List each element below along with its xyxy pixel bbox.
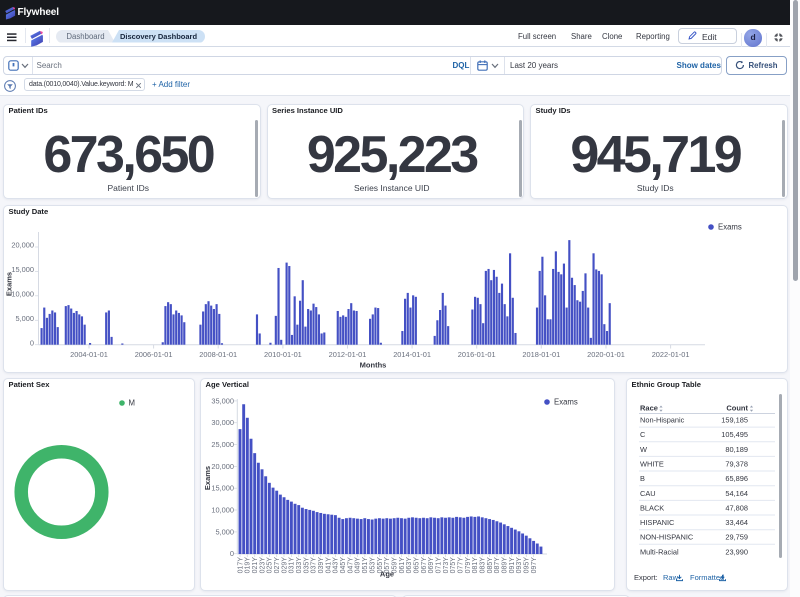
svg-text:065Y: 065Y xyxy=(414,557,421,574)
svg-text:051Y: 051Y xyxy=(362,557,369,574)
svg-text:039Y: 039Y xyxy=(318,557,325,574)
svg-text:2022-01-01: 2022-01-01 xyxy=(652,350,690,359)
svg-text:021Y: 021Y xyxy=(252,557,259,574)
svg-text:33,464: 33,464 xyxy=(725,518,748,527)
svg-text:79,378: 79,378 xyxy=(725,460,748,469)
svg-text:0: 0 xyxy=(30,339,34,348)
svg-text:2018-01-01: 2018-01-01 xyxy=(522,350,560,359)
svg-text:043Y: 043Y xyxy=(333,557,340,574)
svg-text:089Y: 089Y xyxy=(502,557,509,574)
svg-text:079Y: 079Y xyxy=(465,557,472,574)
svg-text:65,896: 65,896 xyxy=(725,474,748,483)
svg-text:071Y: 071Y xyxy=(436,557,443,574)
svg-text:15,000: 15,000 xyxy=(11,265,34,274)
svg-text:M: M xyxy=(129,399,136,408)
svg-text:031Y: 031Y xyxy=(289,557,296,574)
svg-text:10,000: 10,000 xyxy=(211,506,234,515)
svg-text:0: 0 xyxy=(230,549,234,558)
svg-text:2004-01-01: 2004-01-01 xyxy=(70,350,108,359)
svg-text:041Y: 041Y xyxy=(325,557,332,574)
svg-text:025Y: 025Y xyxy=(267,557,274,574)
svg-text:Count: Count xyxy=(726,404,748,413)
svg-text:063Y: 063Y xyxy=(406,557,413,574)
svg-text:Race: Race xyxy=(640,404,658,413)
svg-text:HISPANIC: HISPANIC xyxy=(640,518,675,527)
svg-text:033Y: 033Y xyxy=(296,557,303,574)
svg-text:10,000: 10,000 xyxy=(11,290,34,299)
svg-text:093Y: 093Y xyxy=(516,557,523,574)
svg-text:54,164: 54,164 xyxy=(725,489,748,498)
svg-text:105,495: 105,495 xyxy=(721,430,748,439)
svg-text:067Y: 067Y xyxy=(421,557,428,574)
svg-text:Exams: Exams xyxy=(554,398,578,407)
svg-text:037Y: 037Y xyxy=(311,557,318,574)
svg-text:2008-01-01: 2008-01-01 xyxy=(199,350,237,359)
svg-text:023Y: 023Y xyxy=(259,557,266,574)
svg-text:049Y: 049Y xyxy=(355,557,362,574)
svg-text:053Y: 053Y xyxy=(369,557,376,574)
svg-text:2014-01-01: 2014-01-01 xyxy=(393,350,431,359)
svg-text:095Y: 095Y xyxy=(524,557,531,574)
svg-text:077Y: 077Y xyxy=(458,557,465,574)
svg-text:15,000: 15,000 xyxy=(211,484,234,493)
svg-text:2016-01-01: 2016-01-01 xyxy=(458,350,496,359)
svg-text:B: B xyxy=(640,474,645,483)
svg-text:Exams: Exams xyxy=(718,223,742,232)
svg-text:083Y: 083Y xyxy=(480,557,487,574)
svg-text:Exams: Exams xyxy=(5,272,14,296)
svg-text:Age: Age xyxy=(380,570,394,579)
svg-text:085Y: 085Y xyxy=(487,557,494,574)
svg-text:47,808: 47,808 xyxy=(725,503,748,512)
svg-text:069Y: 069Y xyxy=(428,557,435,574)
svg-text:30,000: 30,000 xyxy=(211,418,234,427)
svg-text:047Y: 047Y xyxy=(347,557,354,574)
svg-text:5,000: 5,000 xyxy=(216,527,235,536)
svg-text:017Y: 017Y xyxy=(237,557,244,574)
svg-text:159,185: 159,185 xyxy=(721,416,748,425)
svg-text:Export:: Export: xyxy=(634,573,658,582)
svg-text:23,990: 23,990 xyxy=(725,547,748,556)
svg-text:CAU: CAU xyxy=(640,489,656,498)
svg-text:20,000: 20,000 xyxy=(211,462,234,471)
svg-text:2010-01-01: 2010-01-01 xyxy=(264,350,302,359)
svg-text:075Y: 075Y xyxy=(450,557,457,574)
svg-text:087Y: 087Y xyxy=(494,557,501,574)
svg-text:Multi-Racial: Multi-Racial xyxy=(640,547,679,556)
svg-text:NON-HISPANIC: NON-HISPANIC xyxy=(640,533,694,542)
svg-text:097Y: 097Y xyxy=(531,557,538,574)
svg-text:C: C xyxy=(640,430,646,439)
svg-text:2012-01-01: 2012-01-01 xyxy=(329,350,367,359)
svg-text:019Y: 019Y xyxy=(245,557,252,574)
svg-text:2020-01-01: 2020-01-01 xyxy=(587,350,625,359)
svg-text:5,000: 5,000 xyxy=(16,314,35,323)
svg-text:W: W xyxy=(640,445,647,454)
svg-text:35,000: 35,000 xyxy=(211,396,234,405)
svg-text:20,000: 20,000 xyxy=(11,241,34,250)
svg-text:029Y: 029Y xyxy=(281,557,288,574)
svg-text:091Y: 091Y xyxy=(509,557,516,574)
svg-text:29,759: 29,759 xyxy=(725,533,748,542)
svg-text:073Y: 073Y xyxy=(443,557,450,574)
svg-text:061Y: 061Y xyxy=(399,557,406,574)
svg-text:Months: Months xyxy=(360,361,387,370)
svg-text:BLACK: BLACK xyxy=(640,503,664,512)
svg-text:25,000: 25,000 xyxy=(211,440,234,449)
svg-text:Non-Hispanic: Non-Hispanic xyxy=(640,416,685,425)
svg-text:035Y: 035Y xyxy=(303,557,310,574)
svg-text:081Y: 081Y xyxy=(472,557,479,574)
svg-text:045Y: 045Y xyxy=(340,557,347,574)
svg-text:027Y: 027Y xyxy=(274,557,281,574)
svg-text:WHITE: WHITE xyxy=(640,460,664,469)
svg-text:Exams: Exams xyxy=(203,466,212,490)
svg-text:80,189: 80,189 xyxy=(725,445,748,454)
svg-text:2006-01-01: 2006-01-01 xyxy=(135,350,173,359)
